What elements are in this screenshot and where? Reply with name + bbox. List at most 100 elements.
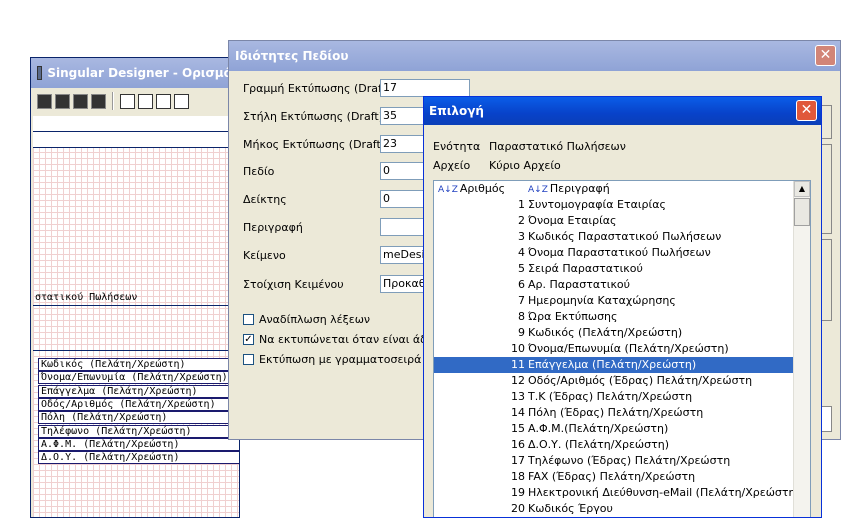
item-description: Συντομογραφία Εταιρίας xyxy=(528,198,666,211)
design-field[interactable]: Πόλη (Πελάτη/Χρεώστη) xyxy=(38,411,239,425)
item-number: 15 xyxy=(511,422,525,435)
prop-label: Στήλη Εκτύπωσης (Draft) xyxy=(243,110,383,123)
scroll-thumb[interactable] xyxy=(794,198,810,226)
designer-title: Singular Designer - Ορισμός xyxy=(47,66,239,80)
props-close-button[interactable]: ✕ xyxy=(815,45,836,66)
list-item[interactable]: 2 Όνομα Εταιρίας xyxy=(434,213,793,229)
checkbox-row[interactable]: Αναδίπλωση λέξεων xyxy=(243,313,370,326)
item-number: 4 xyxy=(518,246,525,259)
props-title: Ιδιότητες Πεδίου xyxy=(235,49,349,63)
list-item[interactable]: 17 Τηλέφωνο (Έδρας) Πελάτη/Χρεώστη xyxy=(434,453,793,469)
designer-window: Singular Designer - Ορισμός στατικού Πωλ… xyxy=(30,57,240,518)
list-item[interactable]: 3 Κωδικός Παραστατικού Πωλήσεων xyxy=(434,229,793,245)
prop-label: Περιγραφή xyxy=(243,221,303,234)
prop-label: Μήκος Εκτύπωσης (Draft) xyxy=(243,138,386,151)
pointer-icon[interactable] xyxy=(120,93,135,109)
column-number[interactable]: A↓Z Αριθμός xyxy=(434,181,528,197)
list-item[interactable]: 8 Ώρα Εκτύπωσης xyxy=(434,309,793,325)
item-description: Ώρα Εκτύπωσης xyxy=(528,310,618,323)
band-divider xyxy=(33,350,239,351)
prop-label: Κείμενο xyxy=(243,249,286,262)
design-field[interactable]: Οδός/Αριθμός (Πελάτη/Χρεώστη) xyxy=(38,397,239,411)
app-icon xyxy=(37,66,43,80)
item-number: 20 xyxy=(511,502,525,515)
open-icon[interactable] xyxy=(55,93,70,109)
props-titlebar: Ιδιότητες Πεδίου ✕ xyxy=(229,41,840,71)
prop-label: Πεδίο xyxy=(243,165,275,178)
text-tool-icon[interactable] xyxy=(138,93,153,109)
checkbox-label: Εκτύπωση με γραμματοσειρά ΟΣ xyxy=(259,353,441,366)
item-number: 19 xyxy=(511,486,525,499)
design-field[interactable]: Επάγγελμα (Πελάτη/Χρεώστη) xyxy=(38,384,239,398)
item-number: 6 xyxy=(518,278,525,291)
item-number: 16 xyxy=(511,438,525,451)
prop-input[interactable]: 17 xyxy=(380,79,470,97)
prop-label: Δείκτης xyxy=(243,193,287,206)
column-description[interactable]: A↓Z Περιγραφή xyxy=(528,181,810,197)
list-item[interactable]: 6 Αρ. Παραστατικού xyxy=(434,277,793,293)
item-description: Όνομα Παραστατικού Πωλήσεων xyxy=(528,246,711,259)
item-description: Κωδικός Έργου xyxy=(528,502,613,515)
checkbox-checked[interactable]: ✓ xyxy=(243,334,254,345)
item-number: 3 xyxy=(518,230,525,243)
list-item[interactable]: 9 Κωδικός (Πελάτη/Χρεώστη) xyxy=(434,325,793,341)
design-field[interactable]: Α.Φ.Μ. (Πελάτη/Χρεώστη) xyxy=(38,437,239,451)
designer-band-2 xyxy=(33,132,239,148)
list-item[interactable]: 5 Σειρά Παραστατικού xyxy=(434,261,793,277)
list-item[interactable]: 1 Συντομογραφία Εταιρίας xyxy=(434,197,793,213)
item-description: Ημερομηνία Καταχώρησης xyxy=(528,294,676,307)
item-description: Ηλεκτρονική Διεύθυνση-eMail (Πελάτη/Χρεώ… xyxy=(528,486,793,499)
list-scrollbar[interactable]: ▲ xyxy=(793,181,810,517)
checkbox-row[interactable]: ✓ Να εκτυπώνεται όταν είναι άδει xyxy=(243,333,437,346)
list-item[interactable]: 19 Ηλεκτρονική Διεύθυνση-eMail (Πελάτη/Χρ… xyxy=(434,485,793,501)
item-number: 1 xyxy=(518,198,525,211)
design-field-header[interactable]: στατικού Πωλήσεων xyxy=(33,292,239,305)
checkbox[interactable] xyxy=(243,314,254,325)
field-tool-icon[interactable] xyxy=(156,93,171,109)
list-item[interactable]: 15 Α.Φ.Μ.(Πελάτη/Χρεώστη) xyxy=(434,421,793,437)
list-item[interactable]: 18 FAX (Έδρας) Πελάτη/Χρεώστη xyxy=(434,469,793,485)
item-description: Α.Φ.Μ.(Πελάτη/Χρεώστη) xyxy=(528,422,669,435)
list-item[interactable]: 7 Ημερομηνία Καταχώρησης xyxy=(434,293,793,309)
item-number: 18 xyxy=(511,470,525,483)
toolbar-separator xyxy=(112,92,114,110)
list-item[interactable]: 4 Όνομα Παραστατικού Πωλήσεων xyxy=(434,245,793,261)
designer-titlebar: Singular Designer - Ορισμός xyxy=(31,58,239,88)
band-divider xyxy=(33,305,239,306)
checkbox-label: Αναδίπλωση λέξεων xyxy=(259,313,371,326)
image-tool-icon[interactable] xyxy=(174,93,189,109)
section-row: Ενότητα Παραστατικό Πωλήσεων xyxy=(433,140,626,153)
checkbox-row[interactable]: Εκτύπωση με γραμματοσειρά ΟΣ xyxy=(243,353,440,366)
design-field[interactable]: Δ.Ο.Υ. (Πελάτη/Χρεώστη) xyxy=(38,451,239,465)
prop-label: Γραμμή Εκτύπωσης (Draft) xyxy=(243,82,391,95)
design-field[interactable]: Όνομα/Επωνυμία (Πελάτη/Χρεώστη) xyxy=(38,371,239,385)
list-item[interactable]: 12 Οδός/Αριθμός (Έδρας) Πελάτη/Χρεώστη xyxy=(434,373,793,389)
list-item[interactable]: 13 Τ.Κ (Έδρας) Πελάτη/Χρεώστη xyxy=(434,389,793,405)
new-icon[interactable] xyxy=(37,93,52,109)
selection-dialog: Επιλογή ✕ Ενότητα Παραστατικό Πωλήσεων Α… xyxy=(423,96,822,518)
checkbox[interactable] xyxy=(243,354,254,365)
choice-title: Επιλογή xyxy=(429,104,484,118)
list-item[interactable]: 20 Κωδικός Έργου xyxy=(434,501,793,517)
list-item[interactable]: 16 Δ.Ο.Υ. (Πελάτη/Χρεώστη) xyxy=(434,437,793,453)
choice-titlebar: Επιλογή ✕ xyxy=(424,97,821,125)
design-field[interactable]: Κωδικός (Πελάτη/Χρεώστη) xyxy=(38,358,239,371)
scroll-up-icon[interactable]: ▲ xyxy=(794,181,810,197)
column-description-label: Περιγραφή xyxy=(549,182,610,195)
item-number: 9 xyxy=(518,326,525,339)
list-item[interactable]: 14 Πόλη (Έδρας) Πελάτη/Χρεώστη xyxy=(434,405,793,421)
item-description: Δ.Ο.Υ. (Πελάτη/Χρεώστη) xyxy=(528,438,669,451)
save-icon[interactable] xyxy=(73,93,88,109)
item-number: 5 xyxy=(518,262,525,275)
field-list[interactable]: A↓Z Αριθμός A↓Z Περιγραφή 1 Συντομογραφία Ε… xyxy=(433,180,811,517)
list-item[interactable]: 10 Όνομα/Επωνυμία (Πελάτη/Χρεώστη) xyxy=(434,341,793,357)
save-all-icon[interactable] xyxy=(91,93,106,109)
item-description: Κωδικός Παραστατικού Πωλήσεων xyxy=(528,230,722,243)
item-description: Αρ. Παραστατικού xyxy=(528,278,631,291)
item-description: Επάγγελμα (Πελάτη/Χρεώστη) xyxy=(528,358,697,371)
item-description: FAX (Έδρας) Πελάτη/Χρεώστη xyxy=(528,470,696,483)
list-item[interactable]: 11 Επάγγελμα (Πελάτη/Χρεώστη) xyxy=(434,357,793,373)
item-description: Τηλέφωνο (Έδρας) Πελάτη/Χρεώστη xyxy=(528,454,731,467)
choice-close-button[interactable]: ✕ xyxy=(796,100,817,121)
design-field[interactable]: Τηλέφωνο (Πελάτη/Χρεώστη) xyxy=(38,424,239,438)
